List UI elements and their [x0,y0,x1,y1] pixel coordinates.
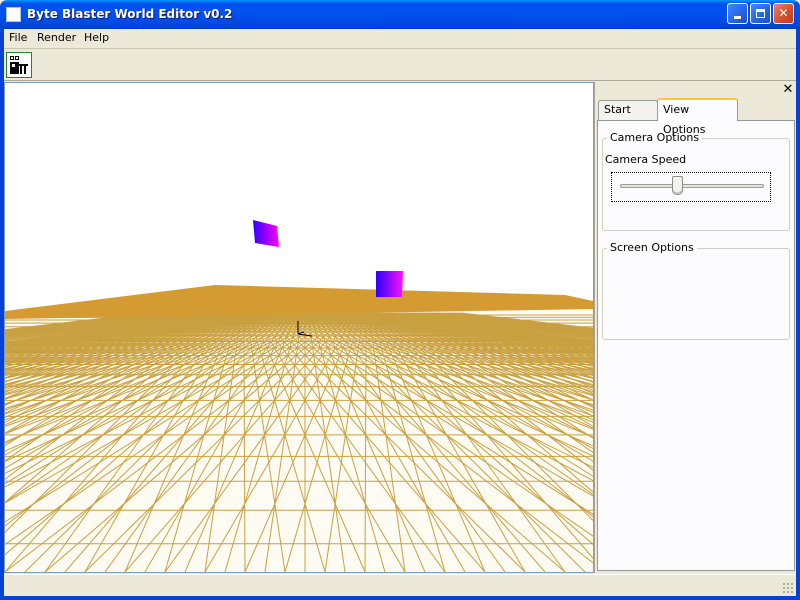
tab-start-page[interactable]: Start Page [598,100,658,134]
maximize-button[interactable] [750,3,771,24]
panel-close-button[interactable]: ✕ [781,83,795,97]
tab-content: Camera Options Camera Speed Screen Optio… [597,120,795,571]
tool-icon [10,56,28,74]
menu-file[interactable]: File [9,31,27,44]
3d-viewport[interactable] [4,82,594,573]
close-button[interactable]: ✕ [773,3,794,24]
close-icon: ✕ [778,6,789,20]
screen-options-group: Screen Options [602,241,790,340]
panel-tabs: Start Page View Options [595,98,797,136]
window-title: Byte Blaster World Editor v0.2 [27,7,233,21]
options-panel: ✕ Start Page View Options Camera Options… [594,82,796,573]
menu-divider [4,48,796,49]
camera-speed-slider[interactable] [611,172,771,202]
app-icon [6,7,21,22]
camera-speed-label: Camera Speed [605,153,687,166]
menu-help[interactable]: Help [84,31,109,44]
toolbar-divider [4,80,796,81]
ground-cube[interactable] [376,271,403,297]
minimize-button[interactable] [727,3,748,24]
window-frame-bottom [0,596,800,600]
slider-thumb[interactable] [671,176,683,195]
toolbar-tool-button[interactable] [6,52,32,78]
menu-render[interactable]: Render [37,31,76,44]
toolbar [4,50,796,80]
maximize-icon [756,9,765,18]
menu-bar: File Render Help [4,29,796,48]
scene-canvas[interactable] [5,83,593,572]
floating-cube[interactable] [253,220,279,247]
tab-view-options[interactable]: View Options [657,98,738,136]
camera-options-group: Camera Options Camera Speed [602,131,790,231]
minimize-icon [734,16,741,19]
resize-grip-icon[interactable] [782,582,794,594]
slider-track[interactable] [620,184,764,188]
screen-options-title: Screen Options [607,241,697,254]
status-bar [4,574,796,596]
title-bar[interactable]: Byte Blaster World Editor v0.2 ✕ [0,0,800,29]
